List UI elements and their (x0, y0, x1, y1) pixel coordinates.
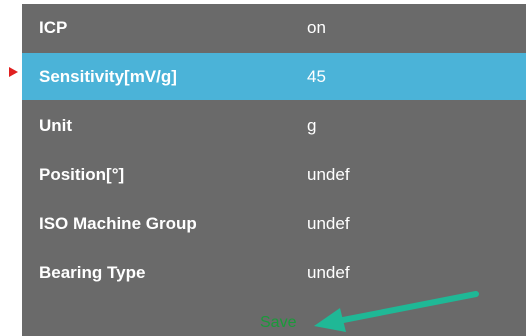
annotation-arrow-icon (314, 291, 479, 332)
row-value: 45 (307, 66, 326, 86)
row-value: undef (307, 164, 350, 184)
row-value: on (307, 17, 326, 37)
row-label: Position[°] (39, 164, 125, 184)
save-button[interactable]: Save (260, 314, 296, 332)
row-label: Unit (39, 115, 73, 135)
row-label: ISO Machine Group (39, 213, 197, 233)
row-label: Bearing Type (39, 262, 146, 282)
row-value: undef (307, 262, 350, 282)
settings-row-position[interactable]: Position[°] undef (22, 151, 526, 198)
row-value: undef (307, 213, 350, 233)
settings-row-iso-machine-group[interactable]: ISO Machine Group undef (22, 200, 526, 247)
selection-marker-icon (9, 67, 18, 77)
settings-row-icp[interactable]: ICP on (22, 4, 526, 51)
row-label: ICP (39, 17, 68, 37)
sensor-settings-panel: ICP on Sensitivity[mV/g] 45 Unit g Posit… (0, 0, 526, 336)
settings-row-sensitivity[interactable]: Sensitivity[mV/g] 45 (22, 53, 526, 100)
row-label: Sensitivity[mV/g] (39, 66, 177, 86)
row-value: g (307, 115, 317, 135)
settings-row-unit[interactable]: Unit g (22, 102, 526, 149)
